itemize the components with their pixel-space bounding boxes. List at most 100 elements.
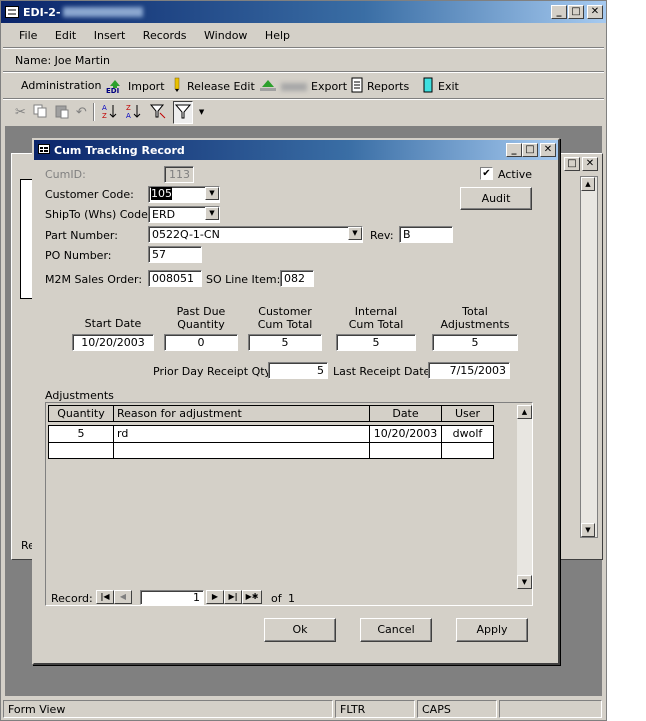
toolbar-separator <box>92 103 95 121</box>
exit-button[interactable]: Exit <box>422 77 459 96</box>
app-icon <box>5 6 19 18</box>
prior-day-receipt-field[interactable]: 5 <box>268 362 328 379</box>
last-record-icon[interactable]: ▶| <box>224 590 242 604</box>
scroll-down-icon[interactable]: ▼ <box>517 575 532 589</box>
column-header-reason[interactable]: Reason for adjustment <box>114 405 370 422</box>
sort-descending-icon[interactable]: ZA <box>125 102 143 123</box>
filter-dropdown-icon[interactable]: ▼ <box>199 108 204 116</box>
svg-text:A: A <box>102 104 107 112</box>
import-label: Import <box>128 79 165 93</box>
cell-date[interactable]: 10/20/2003 <box>370 425 442 443</box>
dialog-minimize-button[interactable]: _ <box>506 143 522 157</box>
m2m-sales-order-field[interactable]: 008051 <box>148 270 202 287</box>
record-total: 1 <box>288 592 295 605</box>
administration-button[interactable]: Administration <box>21 79 102 92</box>
m2m-sales-order-label: M2M Sales Order: <box>45 273 143 286</box>
so-line-item-field[interactable]: 082 <box>280 270 314 287</box>
maximize-button[interactable]: □ <box>568 5 584 19</box>
ok-button[interactable]: Ok <box>264 618 336 642</box>
copy-icon[interactable] <box>32 103 48 122</box>
form-icon <box>38 143 50 157</box>
part-number-combo[interactable]: 0522Q-1-CN ▼ <box>148 226 363 243</box>
background-scroll-up-icon[interactable]: ▲ <box>581 177 595 191</box>
po-number-field[interactable]: 57 <box>148 246 202 263</box>
exit-door-icon <box>422 77 434 96</box>
cut-icon[interactable]: ✂ <box>15 105 26 120</box>
reports-button[interactable]: Reports <box>351 77 409 96</box>
customer-cum-label-line2: Cum Total <box>257 318 313 331</box>
export-button[interactable]: Export <box>259 77 347 96</box>
background-close-button[interactable]: ✕ <box>582 157 598 171</box>
start-date-field[interactable]: 10/20/2003 <box>72 334 154 351</box>
cumid-label: CumID: <box>45 168 86 181</box>
customer-code-value: 105 <box>151 187 172 200</box>
column-header-user[interactable]: User <box>442 405 494 422</box>
dialog-maximize-button[interactable]: □ <box>522 143 538 157</box>
apply-filter-icon[interactable] <box>172 100 193 124</box>
close-button[interactable]: ✕ <box>587 5 603 19</box>
sort-ascending-icon[interactable]: AZ <box>101 102 119 123</box>
cell-user[interactable]: dwolf <box>442 425 494 443</box>
cell-reason[interactable]: rd <box>114 425 370 443</box>
column-header-quantity[interactable]: Quantity <box>48 405 114 422</box>
app-title: EDI-2- <box>23 5 61 19</box>
total-adjustments-field[interactable]: 5 <box>432 334 518 351</box>
cancel-button[interactable]: Cancel <box>360 618 432 642</box>
import-button[interactable]: EDI Import <box>106 77 165 96</box>
paste-icon[interactable] <box>54 103 70 122</box>
internal-cum-total-field[interactable]: 5 <box>336 334 416 351</box>
new-record-icon[interactable]: ▶✱ <box>242 590 262 604</box>
chevron-down-icon[interactable]: ▼ <box>348 227 362 240</box>
customer-code-combo[interactable]: 105 ▼ <box>148 186 220 203</box>
divider <box>3 98 604 100</box>
dialog-close-button[interactable]: ✕ <box>540 143 556 157</box>
pencil-icon <box>171 77 183 96</box>
next-record-icon[interactable]: ▶ <box>206 590 224 604</box>
scroll-up-icon[interactable]: ▲ <box>517 405 532 419</box>
background-maximize-button[interactable]: □ <box>564 157 580 171</box>
audit-button[interactable]: Audit <box>460 187 532 210</box>
minimize-button[interactable]: _ <box>551 5 567 19</box>
background-scroll-down-icon[interactable]: ▼ <box>581 523 595 537</box>
menu-file[interactable]: File <box>19 29 37 42</box>
new-cell-user[interactable] <box>442 443 494 459</box>
menu-help[interactable]: Help <box>265 29 290 42</box>
new-cell-quantity[interactable] <box>48 443 114 459</box>
last-receipt-date-field[interactable]: 7/15/2003 <box>428 362 510 379</box>
start-date-label: Start Date <box>84 317 142 330</box>
undo-icon[interactable]: ↶ <box>76 105 87 120</box>
past-due-quantity-field[interactable]: 0 <box>164 334 238 351</box>
first-record-icon[interactable]: |◀ <box>96 590 114 604</box>
apply-button[interactable]: Apply <box>456 618 528 642</box>
background-scrollbar[interactable]: ▲ ▼ <box>580 176 598 538</box>
po-number-label: PO Number: <box>45 249 112 262</box>
record-of-label: of <box>271 592 282 605</box>
total-adjustments-label-line1: Total <box>462 305 488 318</box>
menu-edit[interactable]: Edit <box>55 29 76 42</box>
column-header-date[interactable]: Date <box>370 405 442 422</box>
filter-by-selection-icon[interactable] <box>149 102 167 123</box>
main-titlebar: EDI-2- <box>1 1 606 23</box>
menu-insert[interactable]: Insert <box>94 29 126 42</box>
previous-record-icon[interactable]: ◀ <box>114 590 132 604</box>
new-cell-date[interactable] <box>370 443 442 459</box>
svg-text:A: A <box>126 112 131 120</box>
cell-quantity[interactable]: 5 <box>48 425 114 443</box>
release-edit-button[interactable]: Release Edit <box>171 77 255 96</box>
customer-cum-total-field[interactable]: 5 <box>248 334 322 351</box>
shipto-combo[interactable]: ERD ▼ <box>148 206 220 223</box>
rev-field[interactable]: B <box>399 226 453 243</box>
menu-records[interactable]: Records <box>143 29 187 42</box>
subform-scrollbar[interactable]: ▲ ▼ <box>517 405 532 589</box>
new-cell-reason[interactable] <box>114 443 370 459</box>
chevron-down-icon[interactable]: ▼ <box>205 207 219 220</box>
active-checkbox[interactable]: ✔ <box>480 167 493 180</box>
customer-cum-label-line1: Customer <box>258 305 312 318</box>
menu-window[interactable]: Window <box>204 29 247 42</box>
export-blurred <box>281 82 307 91</box>
record-number-input[interactable]: 1 <box>140 590 204 605</box>
table-row[interactable]: 5 rd 10/20/2003 dwolf <box>48 425 494 443</box>
new-record-row[interactable] <box>48 443 494 459</box>
internal-cum-label-line2: Cum Total <box>348 318 404 331</box>
chevron-down-icon[interactable]: ▼ <box>205 187 219 200</box>
